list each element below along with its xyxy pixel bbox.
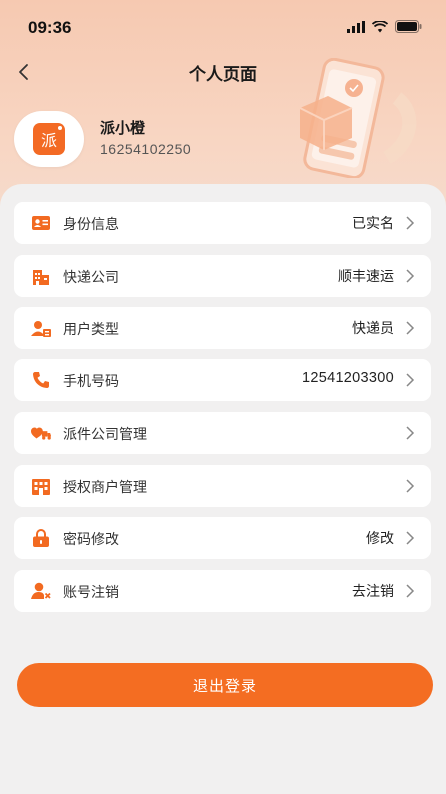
chevron-right-icon (405, 268, 415, 284)
menu-item-value: 12541203300 (301, 370, 394, 386)
menu-item-user-type[interactable]: 用户类型 快递员 (14, 307, 431, 349)
chevron-right-icon (405, 478, 415, 494)
logout-button[interactable]: 退出登录 (17, 663, 433, 707)
menu-item-dispatch-company[interactable]: 派件公司管理 (14, 412, 431, 454)
phone-delivery-illustration (282, 57, 432, 180)
menu-item-value: 顺丰速运 (338, 269, 394, 285)
chevron-right-icon (405, 583, 415, 599)
menu-item-courier-company[interactable]: 快递公司 顺丰速运 (14, 255, 431, 297)
menu-item-label: 密码修改 (63, 532, 119, 548)
menu-item-value: 去注销 (352, 584, 394, 600)
lock-icon (31, 529, 51, 547)
id-card-icon (31, 214, 51, 232)
menu-item-phone[interactable]: 手机号码 12541203300 (14, 359, 431, 401)
battery-icon (395, 18, 422, 37)
menu-item-password[interactable]: 密码修改 修改 (14, 517, 431, 559)
menu-item-label: 账号注销 (63, 585, 119, 601)
chevron-right-icon (405, 372, 415, 388)
chevron-right-icon (405, 215, 415, 231)
menu-item-value: 修改 (366, 531, 394, 547)
menu-item-label: 用户类型 (63, 322, 119, 338)
chevron-right-icon (405, 320, 415, 336)
wifi-icon (371, 18, 389, 37)
chevron-right-icon (405, 530, 415, 546)
menu-item-label: 授权商户管理 (63, 480, 147, 496)
menu-item-label: 手机号码 (63, 374, 119, 390)
chevron-right-icon (405, 425, 415, 441)
status-bar: 09:36 (0, 0, 446, 52)
signal-icon (347, 18, 365, 37)
avatar[interactable]: 派 (14, 111, 84, 167)
truck-heart-icon (31, 424, 51, 442)
menu-item-label: 身份信息 (63, 217, 119, 233)
menu-item-value: 已实名 (352, 216, 394, 232)
app-logo: 派 (33, 123, 65, 155)
building-icon (31, 267, 51, 285)
menu-item-deactivate-account[interactable]: 账号注销 去注销 (14, 570, 431, 612)
user-phone: 16254102250 (100, 141, 192, 157)
user-name: 派小橙 (100, 119, 146, 137)
status-icons (347, 18, 422, 37)
menu-item-authorized-merchants[interactable]: 授权商户管理 (14, 465, 431, 507)
user-remove-icon (31, 582, 51, 600)
phone-icon (31, 371, 51, 389)
menu-item-label: 快递公司 (63, 270, 119, 286)
status-time: 09:36 (28, 18, 72, 37)
store-icon (31, 477, 51, 495)
menu-item-label: 派件公司管理 (63, 427, 147, 443)
menu-item-identity[interactable]: 身份信息 已实名 (14, 202, 431, 244)
users-icon (31, 319, 51, 337)
menu-item-value: 快递员 (352, 321, 394, 337)
